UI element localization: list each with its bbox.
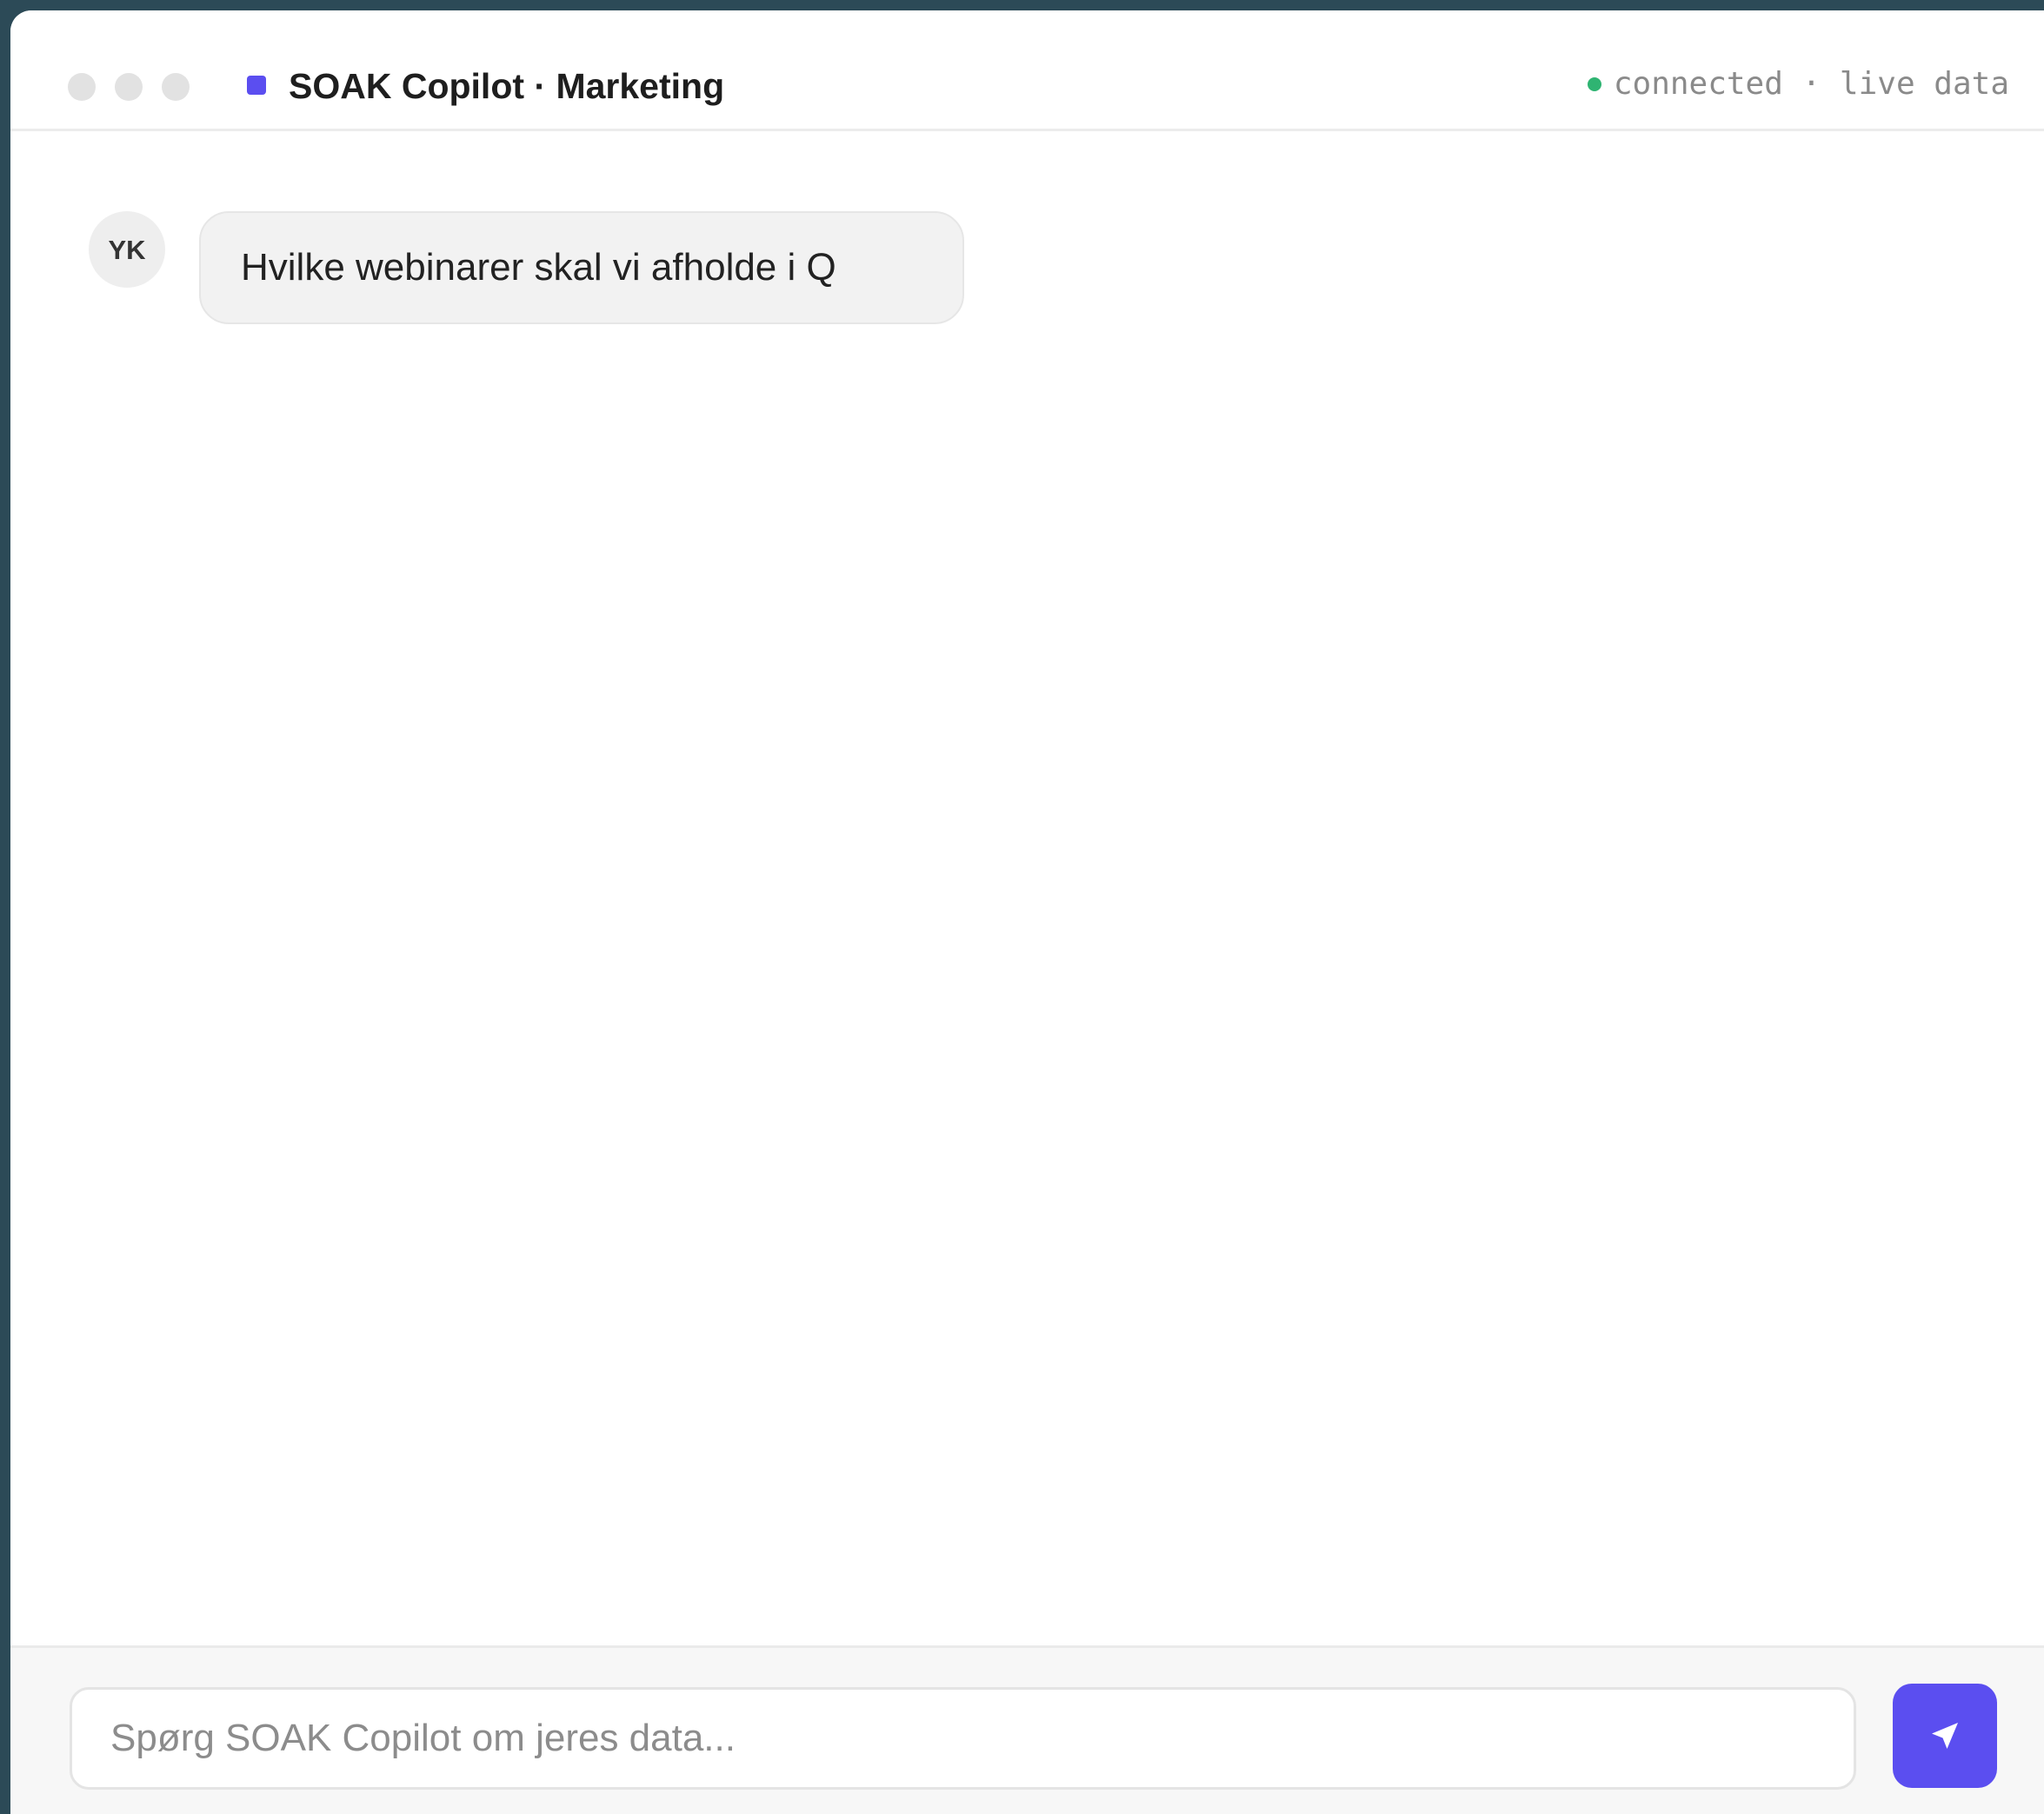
status-text: connected · live data	[1613, 66, 2009, 102]
window-close-button[interactable]	[68, 73, 96, 101]
app-title: SOAK Copilot · Marketing	[289, 66, 725, 106]
user-message-text: Hvilke webinarer skal vi afholde i Q	[241, 246, 836, 289]
send-button[interactable]	[1893, 1684, 1997, 1788]
title-bar: SOAK Copilot · Marketing connected · liv…	[10, 10, 2044, 131]
window-maximize-button[interactable]	[162, 73, 190, 101]
user-avatar: YK	[89, 211, 165, 288]
app-window: SOAK Copilot · Marketing connected · liv…	[10, 10, 2044, 1814]
message-input[interactable]	[70, 1687, 1856, 1790]
connection-status: connected · live data	[1587, 66, 2009, 102]
composer-bar	[10, 1645, 2044, 1814]
chat-area[interactable]: YK Hvilke webinarer skal vi afholde i Q	[10, 131, 2044, 1644]
status-dot-icon	[1587, 76, 1601, 91]
window-minimize-button[interactable]	[115, 73, 143, 101]
brand-square-icon	[247, 76, 266, 95]
user-message-bubble: Hvilke webinarer skal vi afholde i Q	[199, 211, 964, 324]
send-icon	[1932, 1723, 1958, 1749]
